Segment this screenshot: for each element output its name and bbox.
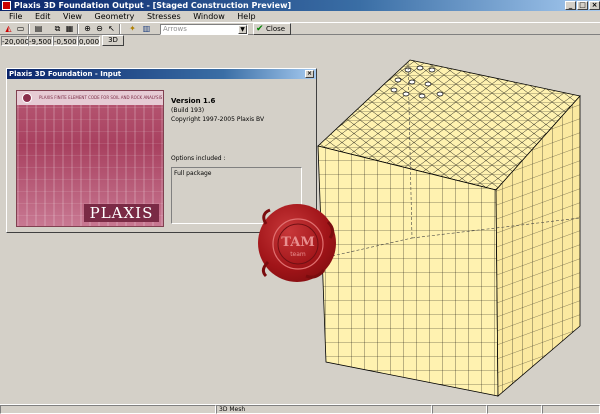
pile-top bbox=[408, 79, 416, 85]
options-value: Full package bbox=[174, 170, 212, 177]
plaxis-logo-icon[interactable]: ◭ bbox=[3, 24, 14, 34]
dialog-close-icon[interactable]: × bbox=[305, 70, 314, 78]
table-icon[interactable]: ▥ bbox=[141, 24, 152, 34]
close-button[interactable]: ✔ Close bbox=[253, 23, 291, 35]
close-window-icon[interactable]: × bbox=[589, 1, 600, 10]
pile-top bbox=[390, 87, 398, 93]
menu-view[interactable]: View bbox=[58, 11, 87, 22]
options-label: Options included : bbox=[171, 155, 226, 162]
menu-geometry[interactable]: Geometry bbox=[90, 11, 140, 22]
pile-top bbox=[428, 67, 436, 73]
toolbar-separator bbox=[28, 24, 30, 34]
plaxis-brand: PLAXIS bbox=[84, 204, 159, 222]
toolbar-separator bbox=[77, 24, 79, 34]
select-arrow-icon[interactable]: ↖ bbox=[106, 24, 117, 34]
print-icon[interactable]: ▦ bbox=[64, 24, 75, 34]
build-label: (Build 193) bbox=[171, 107, 205, 114]
menu-window[interactable]: Window bbox=[188, 11, 230, 22]
view-3d-button[interactable]: 3D bbox=[102, 35, 124, 46]
window-title: Plaxis 3D Foundation Output - [Staged Co… bbox=[14, 1, 292, 10]
coordinate-bar: -20,000 -9,500 -0,500 0,000 3D bbox=[0, 35, 600, 47]
dialog-title: Plaxis 3D Foundation - Input bbox=[9, 70, 122, 78]
toolbar: ◭ ▭ ▤ ⧉ ▦ ⊕ ⊖ ↖ ✦ ▥ Arrows ▼ ✔ Close bbox=[0, 22, 600, 35]
menu-file[interactable]: File bbox=[4, 11, 27, 22]
splash-header: PLAXIS FINITE ELEMENT CODE FOR SOIL AND … bbox=[17, 91, 163, 105]
plaxis-emblem-icon bbox=[22, 93, 32, 103]
zoom-in-icon[interactable]: ⊕ bbox=[82, 24, 93, 34]
mesh-3d-view[interactable] bbox=[312, 48, 600, 404]
status-bar: 3D Mesh bbox=[0, 404, 600, 414]
coord-y-field[interactable]: -9,500 bbox=[28, 36, 53, 46]
toolbar-separator bbox=[119, 24, 121, 34]
menu-edit[interactable]: Edit bbox=[30, 11, 56, 22]
dialog-title-bar: Plaxis 3D Foundation - Input × bbox=[7, 69, 316, 79]
copy-icon[interactable]: ⧉ bbox=[52, 24, 63, 34]
coord-z-field[interactable]: -0,500 bbox=[53, 36, 78, 46]
splash-image: PLAXIS FINITE ELEMENT CODE FOR SOIL AND … bbox=[16, 90, 164, 227]
close-button-label: Close bbox=[266, 25, 286, 33]
seal-graphic: TAM team bbox=[261, 208, 335, 279]
splash-tagline: PLAXIS FINITE ELEMENT CODE FOR SOIL AND … bbox=[39, 95, 163, 100]
version-label: Version 1.6 bbox=[171, 97, 216, 105]
wax-seal-image: TAM team bbox=[258, 204, 336, 282]
seal-text-top: TAM bbox=[281, 235, 314, 250]
pile-top bbox=[416, 65, 424, 71]
menu-stresses[interactable]: Stresses bbox=[142, 11, 186, 22]
pile-top bbox=[424, 81, 432, 87]
pile-top bbox=[394, 77, 402, 83]
menu-help[interactable]: Help bbox=[232, 11, 260, 22]
coord-w-field[interactable]: 0,000 bbox=[78, 36, 100, 46]
copyright-label: Copyright 1997-2005 Plaxis BV bbox=[171, 116, 265, 123]
pile-top bbox=[402, 91, 410, 97]
menu-bar: File Edit View Geometry Stresses Window … bbox=[0, 11, 600, 22]
chevron-down-icon[interactable]: ▼ bbox=[238, 25, 247, 34]
new-icon[interactable]: ▭ bbox=[15, 24, 26, 34]
check-icon: ✔ bbox=[256, 24, 264, 34]
window-title-bar: Plaxis 3D Foundation Output - [Staged Co… bbox=[0, 0, 600, 11]
maximize-icon[interactable]: □ bbox=[577, 1, 588, 10]
pile-top bbox=[436, 91, 444, 97]
app-icon bbox=[2, 1, 11, 10]
coord-x-field[interactable]: -20,000 bbox=[1, 36, 29, 46]
seal-text-bottom: team bbox=[290, 251, 306, 258]
pile-top bbox=[418, 93, 426, 99]
minimize-icon[interactable]: _ bbox=[565, 1, 576, 10]
zoom-out-icon[interactable]: ⊖ bbox=[94, 24, 105, 34]
result-type-value: Arrows bbox=[163, 25, 187, 33]
open-folder-icon[interactable]: ▤ bbox=[33, 24, 44, 34]
light-bulb-icon[interactable]: ✦ bbox=[127, 24, 138, 34]
version-info: Version 1.6 (Build 193) Copyright 1997-2… bbox=[171, 97, 264, 124]
result-type-dropdown[interactable]: Arrows ▼ bbox=[160, 24, 248, 35]
